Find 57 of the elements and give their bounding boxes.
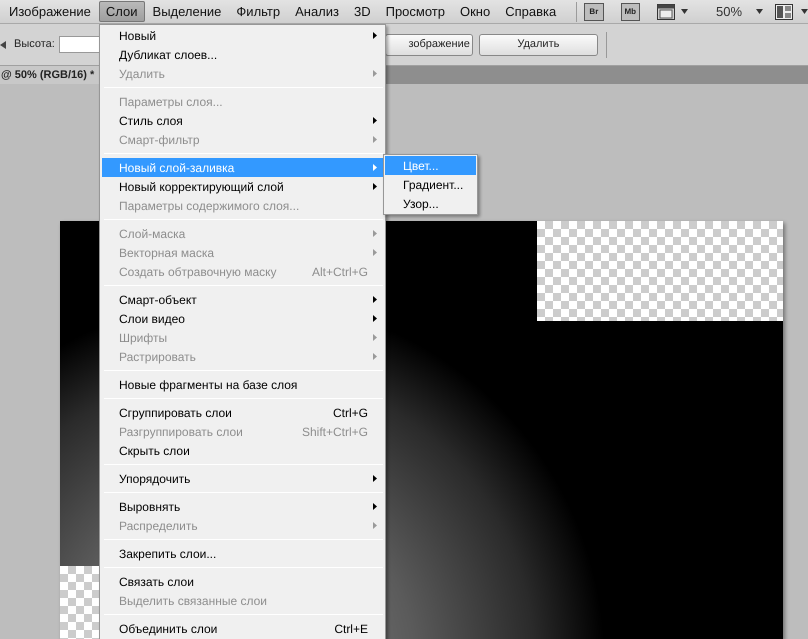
menu-item[interactable]: Объединить слои Ctrl+E [102, 619, 383, 638]
delete-button[interactable]: Удалить [478, 34, 598, 56]
menu-bar-item[interactable]: Справка [498, 1, 564, 22]
menu-item[interactable]: Выровнять [102, 497, 383, 516]
caret-icon [680, 9, 688, 14]
menu-bar-item[interactable]: 3D [346, 1, 378, 22]
menu-item[interactable]: Сгруппировать слои Ctrl+G [102, 403, 383, 422]
tool-arrow-icon [0, 40, 6, 48]
film-frame-icon[interactable] [656, 4, 675, 20]
submenu-arrow-icon [373, 249, 377, 256]
submenu-arrow-icon [373, 230, 377, 237]
menu-bar-item[interactable]: Фильтр [229, 1, 288, 22]
menu-item[interactable]: Скрыть слои [102, 441, 383, 460]
menu-item[interactable]: Связать слои [102, 572, 383, 591]
submenu-arrow-icon [373, 475, 377, 482]
submenu-arrow-icon [373, 503, 377, 510]
submenu-arrow-icon [373, 334, 377, 341]
shortcut-label: Ctrl+G [332, 404, 368, 422]
menu-item[interactable]: Слои видео [102, 309, 383, 328]
menu-item[interactable]: Новый корректирующий слой [102, 177, 383, 196]
submenu-arrow-icon [373, 522, 377, 529]
submenu-arrow-icon [373, 296, 377, 303]
menu-item[interactable]: Дубликат слоев... [102, 45, 383, 64]
submenu-arrow-icon [373, 183, 377, 190]
menu-bar-item[interactable]: Изображение [2, 1, 98, 22]
shortcut-label: Shift+Ctrl+G [302, 424, 368, 440]
caret-icon [801, 9, 808, 14]
height-label: Высота: [14, 37, 55, 52]
submenu-arrow-icon [373, 315, 377, 322]
submenu-arrow-icon [373, 117, 377, 124]
app-launch-button[interactable]: Br [584, 2, 604, 20]
menu-bar-item[interactable]: Слои [98, 1, 145, 22]
submenu-arrow-icon [373, 136, 377, 143]
menu-item[interactable]: Упорядочить [102, 469, 383, 488]
submenu-arrow-icon [373, 70, 377, 77]
menu-item[interactable]: Смарт-объект [102, 290, 383, 309]
menu-item[interactable]: Новые фрагменты на базе слоя [102, 375, 383, 394]
submenu-arrow-icon [373, 32, 377, 39]
submenu-item[interactable]: Градиент... [385, 175, 476, 194]
menu-item[interactable]: Новый [102, 26, 383, 45]
zoom-level[interactable]: 50% [716, 2, 742, 22]
menu-bar-item[interactable]: Выделение [146, 1, 228, 22]
submenu-arrow-icon [373, 164, 377, 171]
image-button[interactable]: зображение [384, 34, 473, 56]
submenu-arrow-icon [373, 353, 377, 360]
menu-bar-item[interactable]: Анализ [288, 1, 346, 22]
menu-bar-item[interactable]: Окно [452, 1, 498, 22]
menu-bar-item[interactable]: Просмотр [378, 1, 452, 22]
menu-item[interactable]: Закрепить слои... [102, 544, 383, 563]
layout-grid-icon[interactable] [775, 4, 794, 20]
submenu-item[interactable]: Узор... [385, 194, 476, 213]
caret-icon [756, 9, 764, 14]
menu-item[interactable]: Стиль слоя [102, 111, 383, 130]
shortcut-label: Ctrl+E [334, 620, 368, 638]
document-tab[interactable]: @ 50% (RGB/16) * [0, 66, 100, 84]
app-launch-button[interactable]: Mb [620, 2, 640, 20]
shortcut-label: Alt+Ctrl+G [312, 264, 368, 280]
